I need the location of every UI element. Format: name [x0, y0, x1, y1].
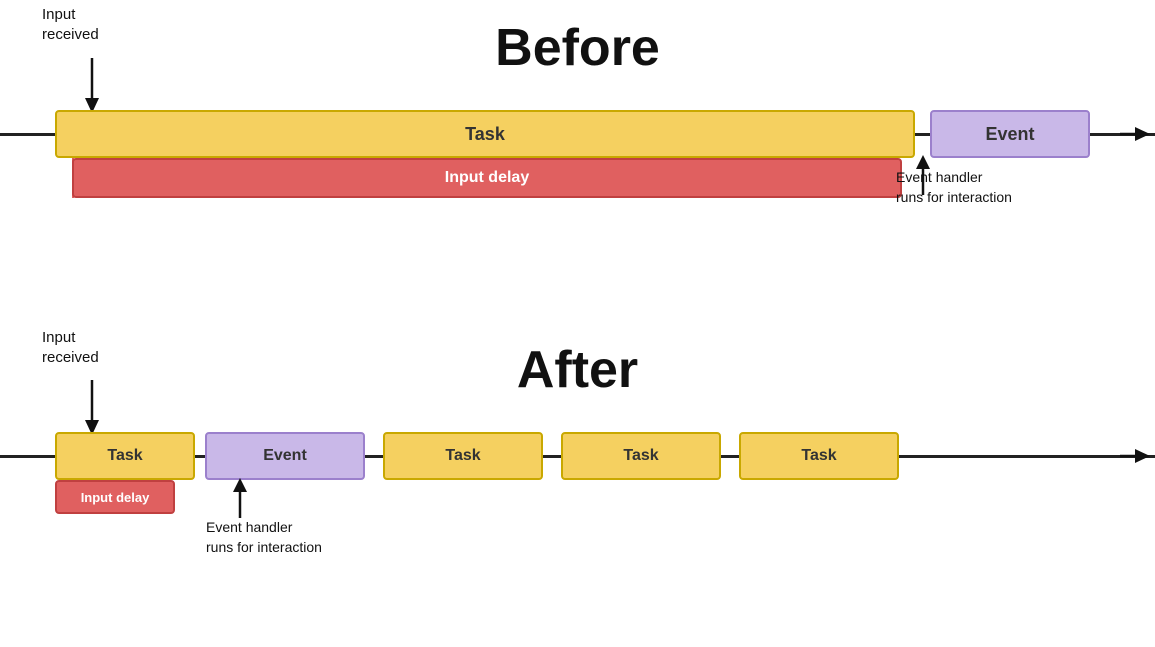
event-bar-before: Event [930, 110, 1090, 158]
after-title: After [517, 340, 638, 400]
task-bar-after-1: Task [55, 432, 195, 480]
before-title: Before [495, 18, 660, 78]
arrow-down-before [82, 58, 102, 113]
event-bar-after: Event [205, 432, 365, 480]
task-bar-after-4: Task [739, 432, 899, 480]
event-handler-label-before: Event handlerruns for interaction [896, 168, 1012, 207]
input-received-label-after: Inputreceived [42, 328, 99, 367]
event-handler-label-after: Event handlerruns for interaction [206, 518, 322, 557]
task-bar-before: Task [55, 110, 915, 158]
diagram-container: Before Inputreceived Task Input delay Ev… [0, 0, 1155, 647]
input-received-label-before: Inputreceived [42, 5, 99, 44]
input-delay-bar-after: Input delay [55, 480, 175, 514]
arrow-down-after [82, 380, 102, 435]
task-bar-after-3: Task [561, 432, 721, 480]
arrow-right-after [1120, 446, 1150, 466]
arrow-up-after [230, 478, 250, 518]
task-bar-after-2: Task [383, 432, 543, 480]
arrow-right-before [1120, 124, 1150, 144]
input-delay-bar-before: Input delay [72, 158, 902, 198]
